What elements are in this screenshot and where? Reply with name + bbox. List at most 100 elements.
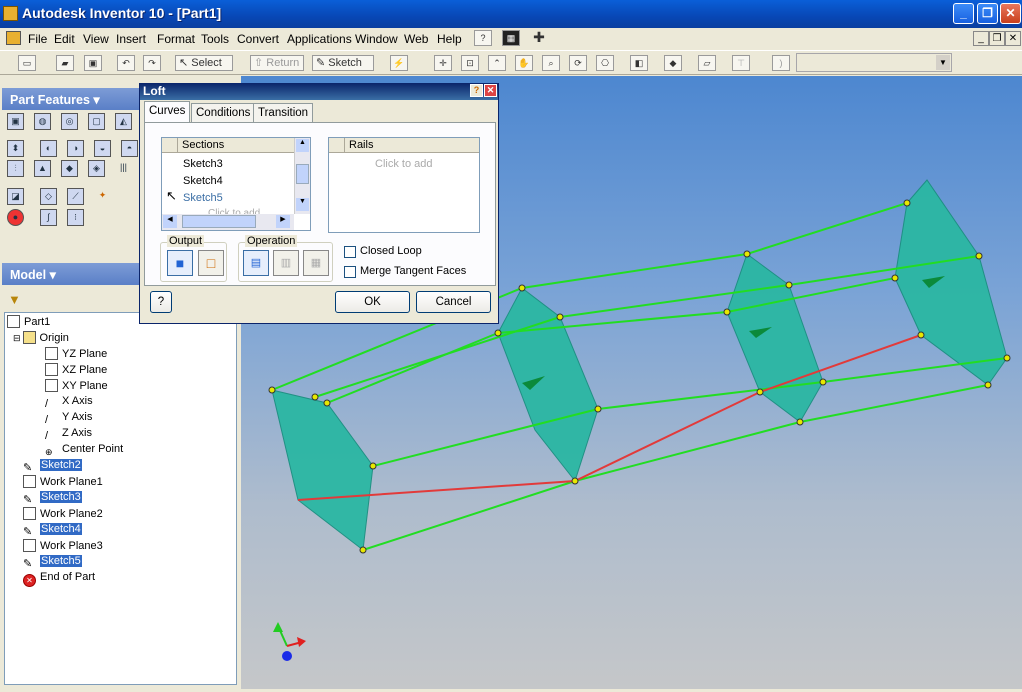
redo-icon[interactable]: ↷ xyxy=(143,55,161,71)
document-icon[interactable] xyxy=(6,31,21,45)
rotate-icon[interactable]: ⟳ xyxy=(569,55,587,71)
emboss-icon[interactable]: ▲ xyxy=(34,160,51,177)
select-button[interactable]: ↖ Select xyxy=(175,55,233,71)
text-icon[interactable]: ||| xyxy=(115,160,132,177)
vertical-scrollbar[interactable]: ▲ ▼ xyxy=(294,138,310,214)
sketch-button[interactable]: ✎ Sketch xyxy=(312,55,374,71)
minimize-button[interactable]: _ xyxy=(953,3,974,24)
forward-icon[interactable]: ) xyxy=(772,55,790,71)
add-icon[interactable]: ✚ xyxy=(530,30,548,46)
tree-node-z-axis[interactable]: / Z Axis xyxy=(45,427,92,442)
join-operation-button[interactable]: ▤ xyxy=(243,250,269,276)
update-icon[interactable]: ⚡ xyxy=(390,55,408,71)
horizontal-scrollbar[interactable]: ◀ ▶ xyxy=(162,214,294,230)
derived-component-icon[interactable]: ◈ xyxy=(88,160,105,177)
funnel-icon[interactable]: ▼ xyxy=(8,292,21,307)
closed-loop-checkbox[interactable] xyxy=(344,246,356,258)
zoom-icon[interactable]: ⌃ xyxy=(488,55,506,71)
tree-node-work-plane1[interactable]: Work Plane1 xyxy=(23,475,103,490)
tree-node-work-plane2[interactable]: Work Plane2 xyxy=(23,507,103,522)
tree-node-sketch2[interactable]: ✎ Sketch2 xyxy=(23,459,82,474)
tab-conditions[interactable]: Conditions xyxy=(191,103,256,123)
menu-edit[interactable]: Edit xyxy=(54,32,75,46)
work-axis-icon[interactable]: ⟋ xyxy=(67,188,84,205)
section-item[interactable]: Sketch5 xyxy=(183,192,223,204)
tree-node-xz-plane[interactable]: XZ Plane xyxy=(45,363,107,378)
save-icon[interactable]: ▣ xyxy=(84,55,102,71)
intersect-operation-button[interactable]: ▦ xyxy=(303,250,329,276)
insert-object-icon[interactable]: ⁝ xyxy=(67,209,84,226)
tree-node-yz-plane[interactable]: YZ Plane xyxy=(45,347,107,362)
structure-icon[interactable]: ⊤ xyxy=(732,55,750,71)
section-item[interactable]: Sketch4 xyxy=(183,175,223,187)
return-button[interactable]: ⇧ Return xyxy=(250,55,304,71)
tree-node-y-axis[interactable]: / Y Axis xyxy=(45,411,92,426)
fillet-icon[interactable]: ◓ xyxy=(121,140,138,157)
open-folder-icon[interactable]: ▰ xyxy=(56,55,74,71)
menu-insert[interactable]: Insert xyxy=(116,32,146,46)
click-to-add-rails[interactable]: Click to add xyxy=(375,158,432,170)
scroll-left-icon[interactable]: ◀ xyxy=(163,215,177,228)
mdi-minimize-button[interactable]: _ xyxy=(973,31,989,46)
section-item[interactable]: Sketch3 xyxy=(183,158,223,170)
mdi-close-button[interactable]: ✕ xyxy=(1005,31,1021,46)
merge-tangent-faces-checkbox[interactable] xyxy=(344,266,356,278)
zoom-all-icon[interactable]: ✛ xyxy=(434,55,452,71)
tree-node-xy-plane[interactable]: XY Plane xyxy=(45,379,108,394)
scroll-thumb[interactable] xyxy=(296,164,309,184)
revolve-icon[interactable]: ◍ xyxy=(34,113,51,130)
menu-window[interactable]: Window xyxy=(355,32,398,46)
work-point-icon[interactable]: ✦ xyxy=(94,188,111,205)
shell-icon[interactable]: ▢ xyxy=(88,113,105,130)
surface-output-button[interactable]: □ xyxy=(198,250,224,276)
whats-this-help-icon[interactable]: ? xyxy=(474,30,492,46)
close-button[interactable]: ✕ xyxy=(1000,3,1021,24)
tree-node-sketch4[interactable]: ✎ Sketch4 xyxy=(23,523,82,538)
rectangular-pattern-icon[interactable]: ◪ xyxy=(7,188,24,205)
cancel-button[interactable]: Cancel xyxy=(416,291,491,313)
mdi-restore-button[interactable]: ❐ xyxy=(989,31,1005,46)
scroll-thumb[interactable] xyxy=(182,215,256,228)
tab-curves[interactable]: Curves xyxy=(144,101,191,123)
tree-node-x-axis[interactable]: / X Axis xyxy=(45,395,93,410)
menu-convert[interactable]: Convert xyxy=(237,32,279,46)
help-icon[interactable]: ? xyxy=(470,84,483,97)
menu-applications[interactable]: Applications xyxy=(287,32,352,46)
chevron-down-icon[interactable]: ▼ xyxy=(936,55,950,70)
maximize-button[interactable]: ❐ xyxy=(977,3,998,24)
tree-node-sketch3[interactable]: ✎ Sketch3 xyxy=(23,491,82,506)
shaded-display-icon[interactable]: ◆ xyxy=(664,55,682,71)
coil-icon[interactable]: ◑ xyxy=(67,140,84,157)
thread-icon[interactable]: ◒ xyxy=(94,140,111,157)
ok-button[interactable]: OK xyxy=(335,291,410,313)
tree-node-center-point[interactable]: ⊕ Center Point xyxy=(45,443,123,458)
tree-node-origin[interactable]: ⊟ Origin xyxy=(13,331,69,346)
loft-dialog-titlebar[interactable]: Loft ? ✕ xyxy=(140,83,498,100)
zoom-window-icon[interactable]: ⊡ xyxy=(461,55,479,71)
sweep-icon[interactable]: ◐ xyxy=(40,140,57,157)
section-plane-icon[interactable]: ▱ xyxy=(698,55,716,71)
rib-icon[interactable]: ◭ xyxy=(115,113,132,130)
dialog-close-button[interactable]: ✕ xyxy=(484,84,497,97)
menu-web[interactable]: Web xyxy=(404,32,428,46)
hole-icon[interactable]: ◎ xyxy=(61,113,78,130)
scroll-down-icon[interactable]: ▼ xyxy=(296,198,309,211)
cut-operation-button[interactable]: ▥ xyxy=(273,250,299,276)
solid-output-button[interactable]: ■ xyxy=(167,250,193,276)
menu-format[interactable]: Format xyxy=(157,32,195,46)
loft-icon[interactable]: ⬍ xyxy=(7,140,24,157)
zoom-selected-icon[interactable]: ⌕ xyxy=(542,55,560,71)
inventor-app-icon[interactable] xyxy=(3,6,18,21)
menu-view[interactable]: View xyxy=(83,32,109,46)
tree-node-sketch5[interactable]: ✎ Sketch5 xyxy=(23,555,82,570)
rails-list[interactable]: Rails Click to add xyxy=(328,137,480,233)
calculator-icon[interactable]: ▦ xyxy=(502,30,520,46)
menu-tools[interactable]: Tools xyxy=(201,32,229,46)
extrude-icon[interactable]: ▣ xyxy=(7,113,24,130)
tree-node-part1[interactable]: Part1 xyxy=(7,315,50,330)
scroll-right-icon[interactable]: ▶ xyxy=(276,215,290,228)
collapse-icon[interactable]: ⊟ xyxy=(13,333,21,343)
parameters-icon[interactable]: ∫ xyxy=(40,209,57,226)
pan-icon[interactable]: ✋ xyxy=(515,55,533,71)
ilogic-icon[interactable]: ● xyxy=(7,209,24,226)
